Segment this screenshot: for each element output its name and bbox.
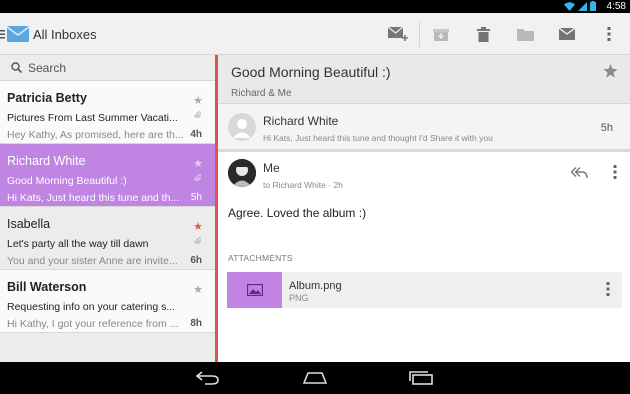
battery-icon [590, 1, 596, 11]
thread-sender: Isabella [7, 217, 51, 231]
message-recipient: to Richard White · 2h [263, 180, 343, 190]
drawer-toggle[interactable]: All Inboxes [0, 13, 97, 55]
star-icon[interactable] [603, 64, 618, 78]
back-button[interactable] [194, 368, 222, 388]
archive-icon [433, 29, 449, 41]
attachments-heading: ATTACHMENTS [228, 253, 293, 263]
attachment-name: Album.png [289, 280, 342, 292]
mark-unread-icon [559, 28, 575, 40]
attachment-overflow-icon[interactable] [606, 282, 610, 296]
status-bar: 4:58 [0, 0, 630, 13]
compose-button[interactable] [377, 13, 419, 55]
thread-sender: Richard White [7, 154, 86, 168]
thread-time: 5h [190, 192, 202, 203]
thread-snippet: Hi Kats, Just heard this tune and th... [7, 192, 180, 204]
thread-snippet: Hi Kathy, I got your reference from ... [7, 318, 179, 330]
paperclip-icon [194, 111, 201, 119]
action-bar-actions [377, 13, 630, 55]
star-icon[interactable]: ★ [193, 157, 203, 170]
thread-time: 8h [190, 318, 202, 329]
signal-icon [578, 1, 587, 11]
reply-all-icon[interactable] [571, 167, 588, 179]
attachment-thumbnail [227, 272, 282, 308]
thread-time: 4h [190, 129, 202, 140]
message-overflow-icon[interactable] [613, 165, 617, 179]
action-bar: All Inboxes [0, 13, 630, 55]
system-nav-bar [0, 362, 630, 394]
conversation-subject: Good Morning Beautiful :) [231, 64, 391, 80]
conversation-participants: Richard & Me [231, 88, 292, 99]
collapsed-message[interactable]: Richard White Hi Kats, Just heard this t… [218, 103, 630, 152]
mail-app-icon [7, 26, 29, 42]
thread-list-pane: Search Patricia Betty Pictures From Last… [0, 55, 215, 362]
image-icon [246, 284, 263, 296]
home-button[interactable] [301, 368, 329, 388]
thread-time: 6h [190, 255, 202, 266]
thread-item[interactable]: Bill Waterson Requesting info on your ca… [0, 270, 215, 333]
thread-subject: Requesting info on your catering s... [7, 301, 176, 313]
paperclip-icon [194, 174, 201, 182]
recents-button[interactable] [407, 368, 435, 388]
status-icons [564, 1, 596, 11]
attachment-card[interactable]: Album.png PNG [227, 272, 622, 308]
message-sender: Richard White [263, 114, 339, 128]
recent-apps-icon [409, 371, 433, 385]
search-bar[interactable]: Search [0, 55, 215, 81]
message-time: 5h [600, 122, 613, 134]
star-icon[interactable]: ★ [193, 94, 203, 107]
overflow-menu-icon [607, 27, 611, 41]
thread-sender: Patricia Betty [7, 91, 87, 105]
avatar [228, 159, 256, 187]
star-icon[interactable]: ★ [193, 283, 203, 296]
person-icon [233, 119, 251, 138]
thread-subject: Pictures From Last Summer Vacati... [7, 112, 178, 124]
thread-item-selected[interactable]: Richard White Good Morning Beautiful :) … [0, 144, 215, 207]
paperclip-icon [194, 237, 201, 245]
compose-icon [388, 26, 408, 41]
mark-unread-button[interactable] [546, 13, 588, 55]
thread-subject: Let's party all the way till dawn [7, 238, 149, 250]
move-to-folder-button[interactable] [504, 13, 546, 55]
thread-snippet: You and your sister Anne are invite... [7, 255, 178, 267]
archive-button[interactable] [420, 13, 462, 55]
back-icon [196, 371, 219, 385]
status-time: 4:58 [606, 1, 626, 12]
thread-item[interactable]: Isabella Let's party all the way till da… [0, 207, 215, 270]
move-to-folder-icon [516, 28, 534, 41]
home-icon [303, 372, 327, 384]
star-icon[interactable]: ★ [193, 220, 203, 233]
message-body: Agree. Loved the album :) [228, 206, 367, 220]
profile-photo-icon [228, 159, 256, 187]
delete-button[interactable] [462, 13, 504, 55]
thread-item[interactable]: Patricia Betty Pictures From Last Summer… [0, 81, 215, 144]
overflow-menu-button[interactable] [588, 13, 630, 55]
thread-subject: Good Morning Beautiful :) [7, 175, 127, 187]
message-snippet: Hi Kats, Just heard this tune and though… [263, 133, 493, 143]
thread-snippet: Hey Kathy, As promised, here are th... [7, 129, 184, 141]
conversation-pane: Good Morning Beautiful :) Richard & Me R… [218, 55, 630, 362]
wifi-icon [564, 1, 575, 11]
search-icon [11, 62, 22, 73]
attachment-type: PNG [289, 293, 309, 303]
thread-sender: Bill Waterson [7, 280, 87, 294]
drawer-menu-icon [0, 30, 5, 39]
search-input[interactable]: Search [28, 61, 66, 75]
message-sender: Me [263, 161, 280, 175]
expanded-message: Me to Richard White · 2h Agree. Loved th… [218, 152, 630, 362]
delete-icon [476, 26, 490, 42]
mailbox-title: All Inboxes [33, 26, 97, 42]
avatar [228, 113, 256, 141]
conversation-header: Good Morning Beautiful :) Richard & Me [218, 55, 630, 103]
